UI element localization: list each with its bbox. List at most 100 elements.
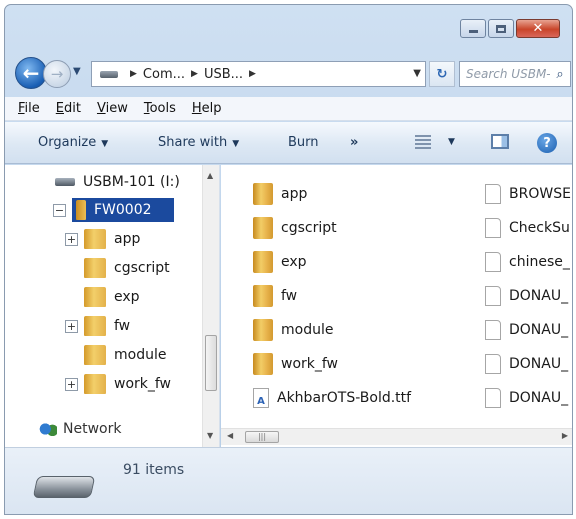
- list-item[interactable]: exp: [253, 249, 307, 275]
- menu-view[interactable]: View: [97, 101, 128, 116]
- file-name: work_fw: [281, 356, 339, 372]
- scroll-thumb[interactable]: |||: [245, 431, 279, 443]
- tree-item-module[interactable]: module: [84, 342, 166, 368]
- folder-icon: [253, 285, 273, 307]
- tree-item-work-fw[interactable]: + work_fw: [65, 371, 171, 397]
- list-item[interactable]: CheckSu: [485, 215, 570, 241]
- forward-button[interactable]: →: [43, 60, 71, 88]
- nav-vertical-scrollbar[interactable]: ▲ ▼: [202, 165, 219, 447]
- list-item[interactable]: chinese_: [485, 249, 570, 275]
- file-name: cgscript: [281, 220, 337, 236]
- breadcrumb-separator-icon[interactable]: ▶: [130, 69, 137, 79]
- file-icon: [485, 218, 501, 238]
- address-bar[interactable]: ▶ Com... ▶ USB... ▶ ▼: [91, 61, 426, 87]
- scroll-down-icon[interactable]: ▼: [207, 431, 213, 440]
- navigation-row: ← → ▼ ▶ Com... ▶ USB... ▶ ▼ ↻ Search USB…: [15, 57, 571, 91]
- file-name: app: [281, 186, 308, 202]
- usb-drive-icon: [32, 476, 96, 498]
- change-view-icon[interactable]: [415, 135, 431, 149]
- maximize-icon: [496, 24, 506, 33]
- file-icon: [485, 286, 501, 306]
- tree-item-fw[interactable]: + fw: [65, 313, 130, 339]
- details-pane: 91 items: [5, 447, 572, 514]
- collapse-toggle[interactable]: −: [53, 203, 66, 217]
- list-item[interactable]: app: [253, 181, 307, 207]
- folder-icon: [253, 319, 273, 341]
- folder-icon: [84, 287, 106, 307]
- search-input[interactable]: Search USBM-...: [466, 67, 550, 81]
- maximize-button[interactable]: [488, 19, 514, 38]
- expand-toggle[interactable]: +: [65, 377, 78, 391]
- tree-item-cgscript[interactable]: cgscript: [84, 255, 170, 281]
- list-item[interactable]: DONAU_: [485, 351, 568, 377]
- refresh-button[interactable]: ↻: [429, 61, 455, 87]
- breadcrumb-separator-icon[interactable]: ▶: [191, 69, 198, 79]
- more-commands-button[interactable]: »: [350, 135, 358, 150]
- breadcrumb-usb[interactable]: USB...: [204, 67, 243, 82]
- chevron-down-icon: ▼: [101, 139, 109, 149]
- search-icon[interactable]: ⌕: [550, 67, 570, 82]
- caption-buttons: ✕: [460, 19, 560, 38]
- tree-item-label: work_fw: [114, 376, 172, 392]
- command-bar: Organize ▼ Share with ▼ Burn » ▼ ?: [5, 122, 572, 164]
- minimize-button[interactable]: [460, 19, 486, 38]
- list-item[interactable]: work_fw: [253, 351, 338, 377]
- list-item[interactable]: DONAU_: [485, 283, 568, 309]
- file-name: exp: [281, 254, 307, 270]
- list-item[interactable]: DONAU_: [485, 317, 568, 343]
- tree-item-fw0002[interactable]: − FW0002: [53, 197, 174, 223]
- folder-icon: [84, 374, 106, 394]
- file-icon: [485, 388, 501, 408]
- file-name: BROWSE: [509, 186, 571, 202]
- tree-item-label: exp: [114, 289, 140, 305]
- tree-item-label: fw: [114, 318, 131, 334]
- close-button[interactable]: ✕: [516, 19, 560, 38]
- scroll-thumb[interactable]: [205, 335, 217, 391]
- horizontal-scrollbar[interactable]: ◀ ||| ▶: [221, 428, 572, 445]
- menu-bar: File Edit View Tools Help: [5, 97, 572, 121]
- breadcrumb-computer[interactable]: Com...: [143, 67, 185, 82]
- refresh-icon: ↻: [436, 66, 448, 82]
- list-item[interactable]: DONAU_: [485, 385, 568, 411]
- folder-icon: [84, 316, 106, 336]
- burn-button[interactable]: Burn: [288, 135, 319, 150]
- help-icon[interactable]: ?: [537, 133, 557, 153]
- list-item[interactable]: BROWSE: [485, 181, 571, 207]
- chevron-down-icon: ▼: [232, 139, 240, 149]
- address-dropdown-icon[interactable]: ▼: [413, 68, 421, 79]
- share-with-button[interactable]: Share with ▼: [158, 135, 239, 150]
- list-item[interactable]: cgscript: [253, 215, 337, 241]
- preview-pane-icon[interactable]: [491, 134, 509, 149]
- file-name: DONAU_: [509, 390, 569, 406]
- item-count: 91 items: [123, 462, 185, 478]
- organize-button[interactable]: Organize ▼: [38, 135, 108, 150]
- scroll-up-icon[interactable]: ▲: [207, 171, 213, 180]
- expand-toggle[interactable]: +: [65, 232, 78, 246]
- recent-pages-dropdown[interactable]: ▼: [73, 66, 81, 77]
- network-icon: [39, 422, 57, 436]
- file-name: DONAU_: [509, 288, 569, 304]
- list-item[interactable]: fw: [253, 283, 297, 309]
- tree-item-label: USBM-101 (I:): [83, 174, 180, 190]
- tree-item-exp[interactable]: exp: [84, 284, 140, 310]
- explorer-window: ✕ ← → ▼ ▶ Com... ▶ USB... ▶ ▼ ↻ Search U…: [4, 4, 573, 515]
- tree-item-app[interactable]: + app: [65, 226, 140, 252]
- menu-tools[interactable]: Tools: [144, 101, 176, 116]
- views-dropdown-icon[interactable]: ▼: [448, 137, 455, 147]
- list-item[interactable]: module: [253, 317, 333, 343]
- tree-item-network[interactable]: Network: [39, 416, 121, 442]
- menu-file[interactable]: File: [18, 101, 40, 116]
- menu-edit[interactable]: Edit: [56, 101, 81, 116]
- menu-help[interactable]: Help: [192, 101, 222, 116]
- scroll-left-icon[interactable]: ◀: [227, 431, 233, 440]
- search-box[interactable]: Search USBM-... ⌕: [459, 61, 571, 87]
- folder-icon: [84, 345, 106, 365]
- file-name: module: [281, 322, 334, 338]
- drive-icon: [55, 178, 75, 186]
- tree-item-drive[interactable]: USBM-101 (I:): [55, 169, 180, 195]
- expand-toggle[interactable]: +: [65, 319, 78, 333]
- breadcrumb-separator-icon[interactable]: ▶: [249, 69, 256, 79]
- list-item[interactable]: A AkhbarOTS-Bold.ttf: [253, 385, 411, 411]
- file-icon: [485, 320, 501, 340]
- scroll-right-icon[interactable]: ▶: [562, 431, 568, 440]
